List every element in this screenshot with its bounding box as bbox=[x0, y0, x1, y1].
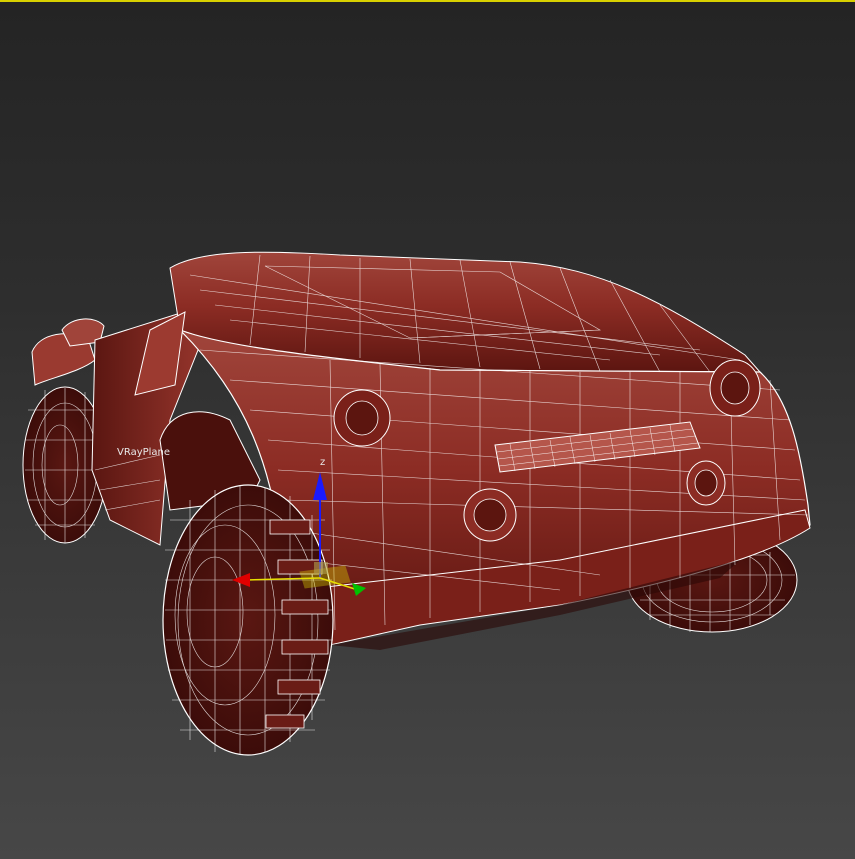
gizmo-z-label: z bbox=[320, 457, 326, 468]
object-name-label: VRayPlane bbox=[117, 447, 171, 458]
scene-canvas[interactable] bbox=[0, 0, 855, 859]
rear-left-wheel[interactable] bbox=[162, 484, 334, 756]
3d-viewport[interactable]: z VRayPlane bbox=[0, 0, 855, 859]
